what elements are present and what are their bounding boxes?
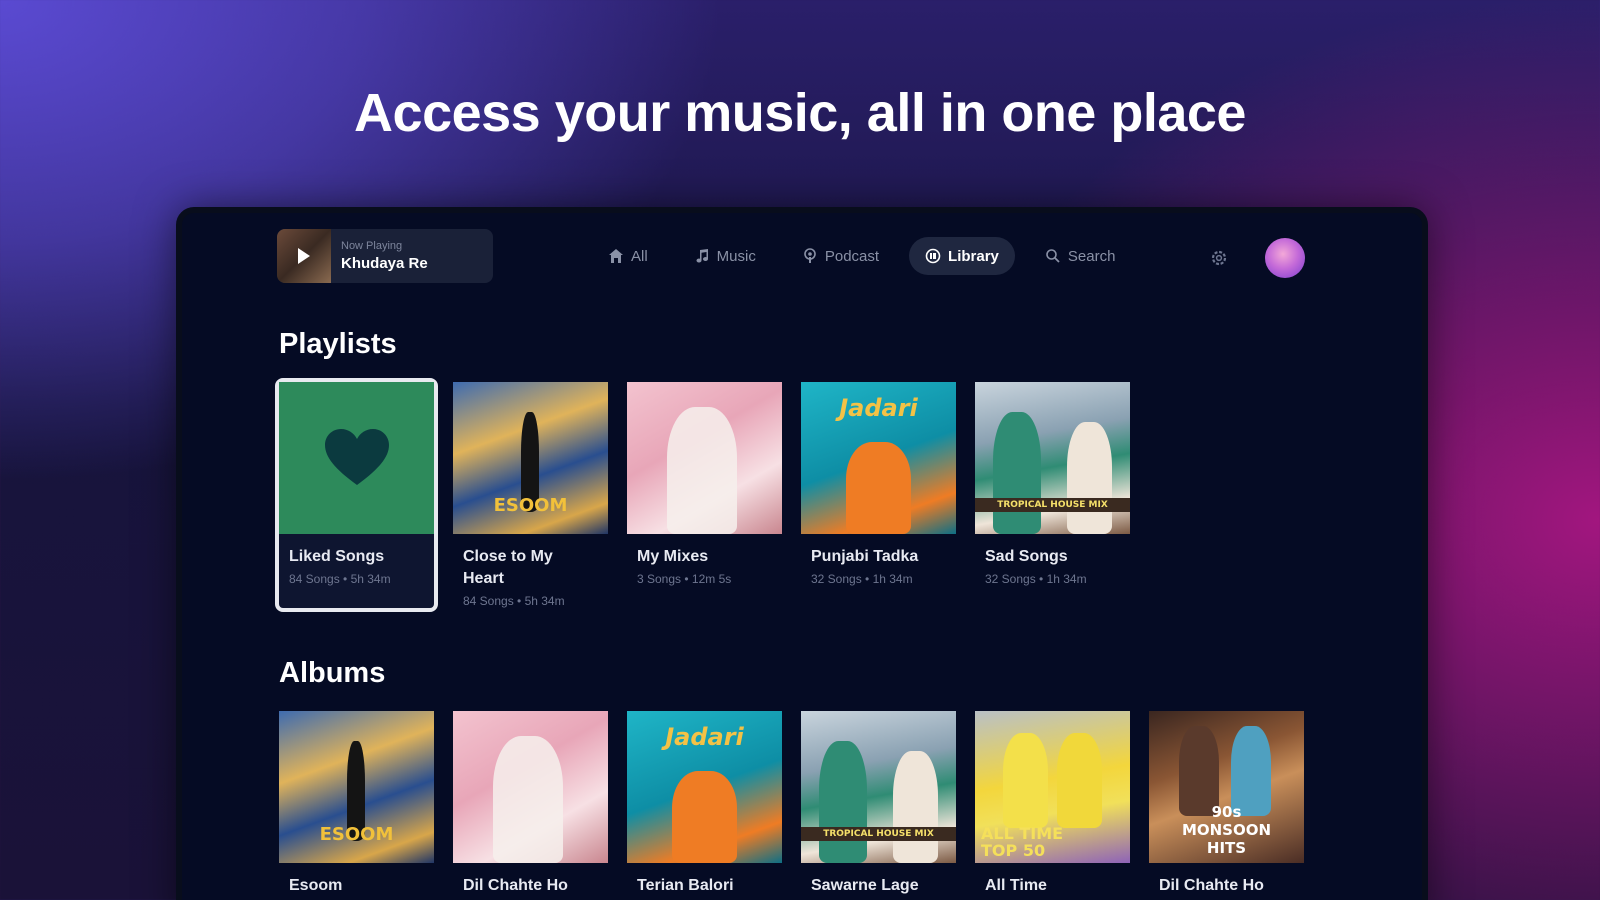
album-art: 90s MONSOON HITS: [1149, 711, 1304, 863]
playlist-title: Close to My Heart: [463, 548, 553, 587]
album-title: Esoom: [289, 877, 343, 894]
music-note-icon: [696, 249, 708, 263]
now-playing-title: Khudaya Re: [341, 255, 428, 272]
artist-silhouette: [493, 736, 563, 863]
nav-all[interactable]: All: [592, 237, 664, 275]
album-art: TROPICAL HOUSE MIX: [801, 711, 956, 863]
playlist-card-liked-songs[interactable]: Liked Songs 84 Songs • 5h 34m: [275, 378, 438, 612]
playlist-subtitle: 32 Songs • 1h 34m: [811, 572, 913, 586]
artist-silhouette: [993, 412, 1041, 534]
playlists-title: Playlists: [279, 328, 397, 360]
now-playing-widget[interactable]: Now Playing Khudaya Re: [277, 229, 493, 283]
art-text: Jadari: [665, 723, 744, 751]
art-text: TROPICAL HOUSE MIX: [801, 827, 956, 841]
top-bar: Now Playing Khudaya Re All Music Podcast…: [182, 213, 1422, 303]
nav-music[interactable]: Music: [678, 237, 772, 275]
heart-icon: [324, 429, 389, 485]
now-playing-artwork: [277, 229, 331, 283]
album-card-all-time[interactable]: ALL TIME TOP 50 All Time: [975, 711, 1130, 897]
artist-silhouette: [846, 442, 911, 534]
playlist-art: Jadari: [801, 382, 956, 534]
playlist-card-punjabi-tadka[interactable]: Jadari Punjabi Tadka 32 Songs • 1h 34m: [801, 382, 956, 608]
artist-silhouette: [893, 751, 938, 863]
nav-music-label: Music: [716, 247, 756, 265]
playlist-card-close-to-my-heart[interactable]: ESOOM Close to My Heart 84 Songs • 5h 34…: [453, 382, 608, 608]
playlist-subtitle: 32 Songs • 1h 34m: [985, 572, 1087, 586]
nav-search[interactable]: Search: [1029, 237, 1132, 275]
art-text: ALL TIME TOP 50: [981, 824, 1064, 860]
nav-library[interactable]: Library: [909, 237, 1015, 275]
now-playing-label: Now Playing: [341, 240, 403, 252]
library-icon: [925, 248, 941, 264]
tv-screen: Now Playing Khudaya Re All Music Podcast…: [176, 207, 1428, 900]
artist-silhouette: [667, 407, 737, 534]
albums-title: Albums: [279, 657, 386, 689]
playlist-title: Liked Songs: [289, 548, 385, 565]
avatar[interactable]: [1265, 238, 1305, 278]
album-title: Dil Chahte Ho: [1159, 877, 1264, 894]
artist-silhouette: [1057, 733, 1102, 828]
album-card-sawarne-lage[interactable]: TROPICAL HOUSE MIX Sawarne Lage: [801, 711, 956, 897]
art-text: ESOOM: [493, 495, 568, 516]
album-card-esoom[interactable]: ESOOM Esoom: [279, 711, 434, 897]
art-text: TROPICAL HOUSE MIX: [975, 498, 1130, 512]
album-card-dil-chahte-ho-2[interactable]: 90s MONSOON HITS Dil Chahte Ho: [1149, 711, 1304, 897]
album-title: All Time: [985, 877, 1047, 894]
playlist-subtitle: 84 Songs • 5h 34m: [289, 572, 391, 586]
home-icon: [609, 249, 623, 263]
playlist-art: [279, 382, 434, 534]
artist-silhouette: [819, 741, 867, 863]
playlist-title: Punjabi Tadka: [811, 548, 919, 565]
gear-icon[interactable]: [1209, 248, 1229, 268]
nav-podcast-label: Podcast: [824, 247, 880, 265]
playlist-title: My Mixes: [637, 548, 709, 565]
album-card-terian-balori[interactable]: Jadari Terian Balori: [627, 711, 782, 897]
playlist-card-my-mixes[interactable]: My Mixes 3 Songs • 12m 5s: [627, 382, 782, 608]
album-title: Terian Balori: [637, 877, 734, 894]
nav-all-label: All: [631, 247, 648, 265]
nav-library-label: Library: [948, 247, 999, 265]
nav-search-label: Search: [1067, 247, 1116, 265]
album-title: Sawarne Lage: [811, 877, 919, 894]
playlist-subtitle: 84 Songs • 5h 34m: [463, 594, 565, 608]
playlist-art: TROPICAL HOUSE MIX: [975, 382, 1130, 534]
artist-silhouette: [1067, 422, 1112, 534]
podcast-icon: [804, 248, 816, 263]
playlist-card-sad-songs[interactable]: TROPICAL HOUSE MIX Sad Songs 32 Songs • …: [975, 382, 1130, 608]
art-text: ESOOM: [319, 824, 394, 845]
artist-silhouette: [1003, 733, 1048, 828]
album-card-dil-chahte-ho[interactable]: Dil Chahte Ho: [453, 711, 608, 897]
playlist-art: ESOOM: [453, 382, 608, 534]
playlist-art: [627, 382, 782, 534]
album-art: ALL TIME TOP 50: [975, 711, 1130, 863]
album-title: Dil Chahte Ho: [463, 877, 568, 894]
headline: Access your music, all in one place: [354, 83, 1246, 143]
album-art: ESOOM: [279, 711, 434, 863]
art-text: 90s MONSOON HITS: [1181, 803, 1272, 857]
nav-podcast[interactable]: Podcast: [786, 237, 895, 275]
playlist-title: Sad Songs: [985, 548, 1068, 565]
playlist-subtitle: 3 Songs • 12m 5s: [637, 572, 732, 586]
main-nav: All Music Podcast Library Search: [592, 237, 1131, 275]
album-art: [453, 711, 608, 863]
playlists-row: Liked Songs 84 Songs • 5h 34m ESOOM Clos…: [275, 378, 1130, 612]
play-icon: [298, 248, 310, 264]
artist-silhouette: [672, 771, 737, 863]
albums-row: ESOOM Esoom Dil Chahte Ho Jadari Terian …: [279, 711, 1304, 897]
search-icon: [1046, 249, 1060, 263]
album-art: Jadari: [627, 711, 782, 863]
art-text: Jadari: [839, 394, 918, 422]
